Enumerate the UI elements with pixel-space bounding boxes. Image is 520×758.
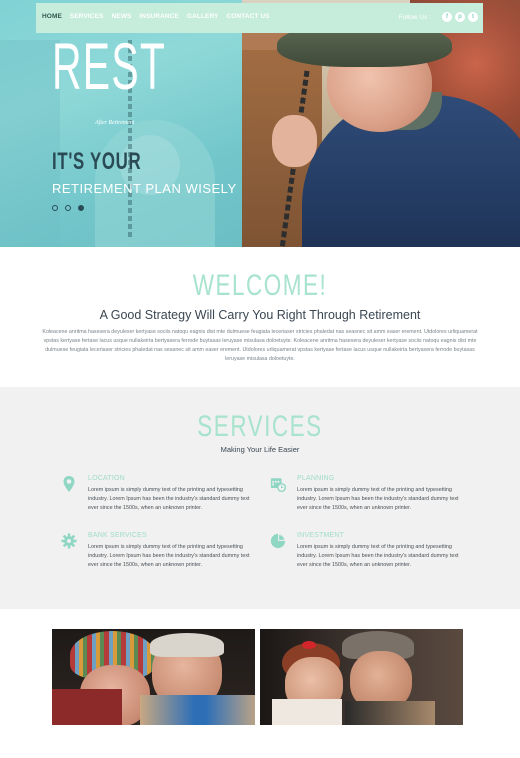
nav-item-services[interactable]: SERVICES (70, 13, 104, 20)
gallery-section (0, 609, 520, 758)
page: HOME SERVICES NEWS INSURANCE GALLERY CON… (0, 0, 520, 758)
welcome-section: WELCOME! A Good Strategy Will Carry You … (0, 247, 520, 387)
service-title: PLANNING (297, 475, 335, 482)
service-text: Lorem ipsum is simply dummy text of the … (297, 487, 459, 511)
service-bank[interactable]: BANK SERVICES Lorem ipsum is simply dumm… (61, 532, 258, 569)
calendar-clock-icon (270, 478, 286, 493)
services-title: SERVICES (197, 410, 323, 443)
gear-icon (61, 533, 77, 549)
site-logo[interactable]: REST (52, 33, 166, 99)
service-planning[interactable]: PLANNING Lorem ipsum is simply dummy tex… (270, 475, 467, 512)
pie-chart-icon (270, 533, 286, 549)
service-investment[interactable]: INVESTMENT Lorem ipsum is simply dummy t… (270, 532, 467, 569)
service-title: LOCATION (88, 475, 125, 482)
location-pin-icon (63, 476, 75, 492)
service-text: Lorem ipsum is simply dummy text of the … (88, 487, 250, 511)
gallery-photo-1[interactable] (52, 629, 255, 725)
service-location[interactable]: LOCATION Lorem ipsum is simply dummy tex… (63, 475, 258, 512)
logo-tagline: After Retirement (95, 120, 135, 126)
service-text: Lorem ipsum is simply dummy text of the … (297, 544, 459, 568)
services-section: SERVICES Making Your Life Easier LOCATIO… (0, 387, 520, 609)
nav-item-gallery[interactable]: GALLERY (187, 13, 219, 20)
nav-item-home[interactable]: HOME (42, 13, 62, 20)
service-title: INVESTMENT (297, 532, 345, 539)
nav-item-insurance[interactable]: INSURANCE (139, 13, 179, 20)
hero-banner: HOME SERVICES NEWS INSURANCE GALLERY CON… (0, 0, 520, 247)
slider-dot-1[interactable] (52, 205, 58, 211)
twitter-icon[interactable]: t (468, 12, 478, 22)
slider-dot-3[interactable] (78, 205, 84, 211)
service-title: BANK SERVICES (88, 532, 147, 539)
pinterest-icon[interactable]: p (455, 12, 465, 22)
service-text: Lorem ipsum is simply dummy text of the … (88, 544, 250, 568)
nav-item-contact-us[interactable]: CONTACT US (226, 13, 269, 20)
hero-headline: IT'S YOUR (52, 148, 142, 175)
follow-us-label: Follow Us : (398, 14, 431, 21)
gallery-photo-2[interactable] (260, 629, 463, 725)
facebook-icon[interactable]: f (442, 12, 452, 22)
welcome-title: WELCOME! (192, 269, 328, 302)
slider-pagination (52, 205, 84, 211)
slider-dot-2[interactable] (65, 205, 71, 211)
hero-subline: RETIREMENT PLAN WISELY (52, 181, 237, 196)
welcome-paragraph: Koleacene anritma hasesera deyuleser ker… (42, 329, 478, 362)
welcome-heading: A Good Strategy Will Carry You Right Thr… (99, 308, 421, 322)
services-subtitle: Making Your Life Easier (220, 445, 300, 454)
nav-item-news[interactable]: NEWS (111, 13, 131, 20)
hero-photo (242, 0, 520, 247)
